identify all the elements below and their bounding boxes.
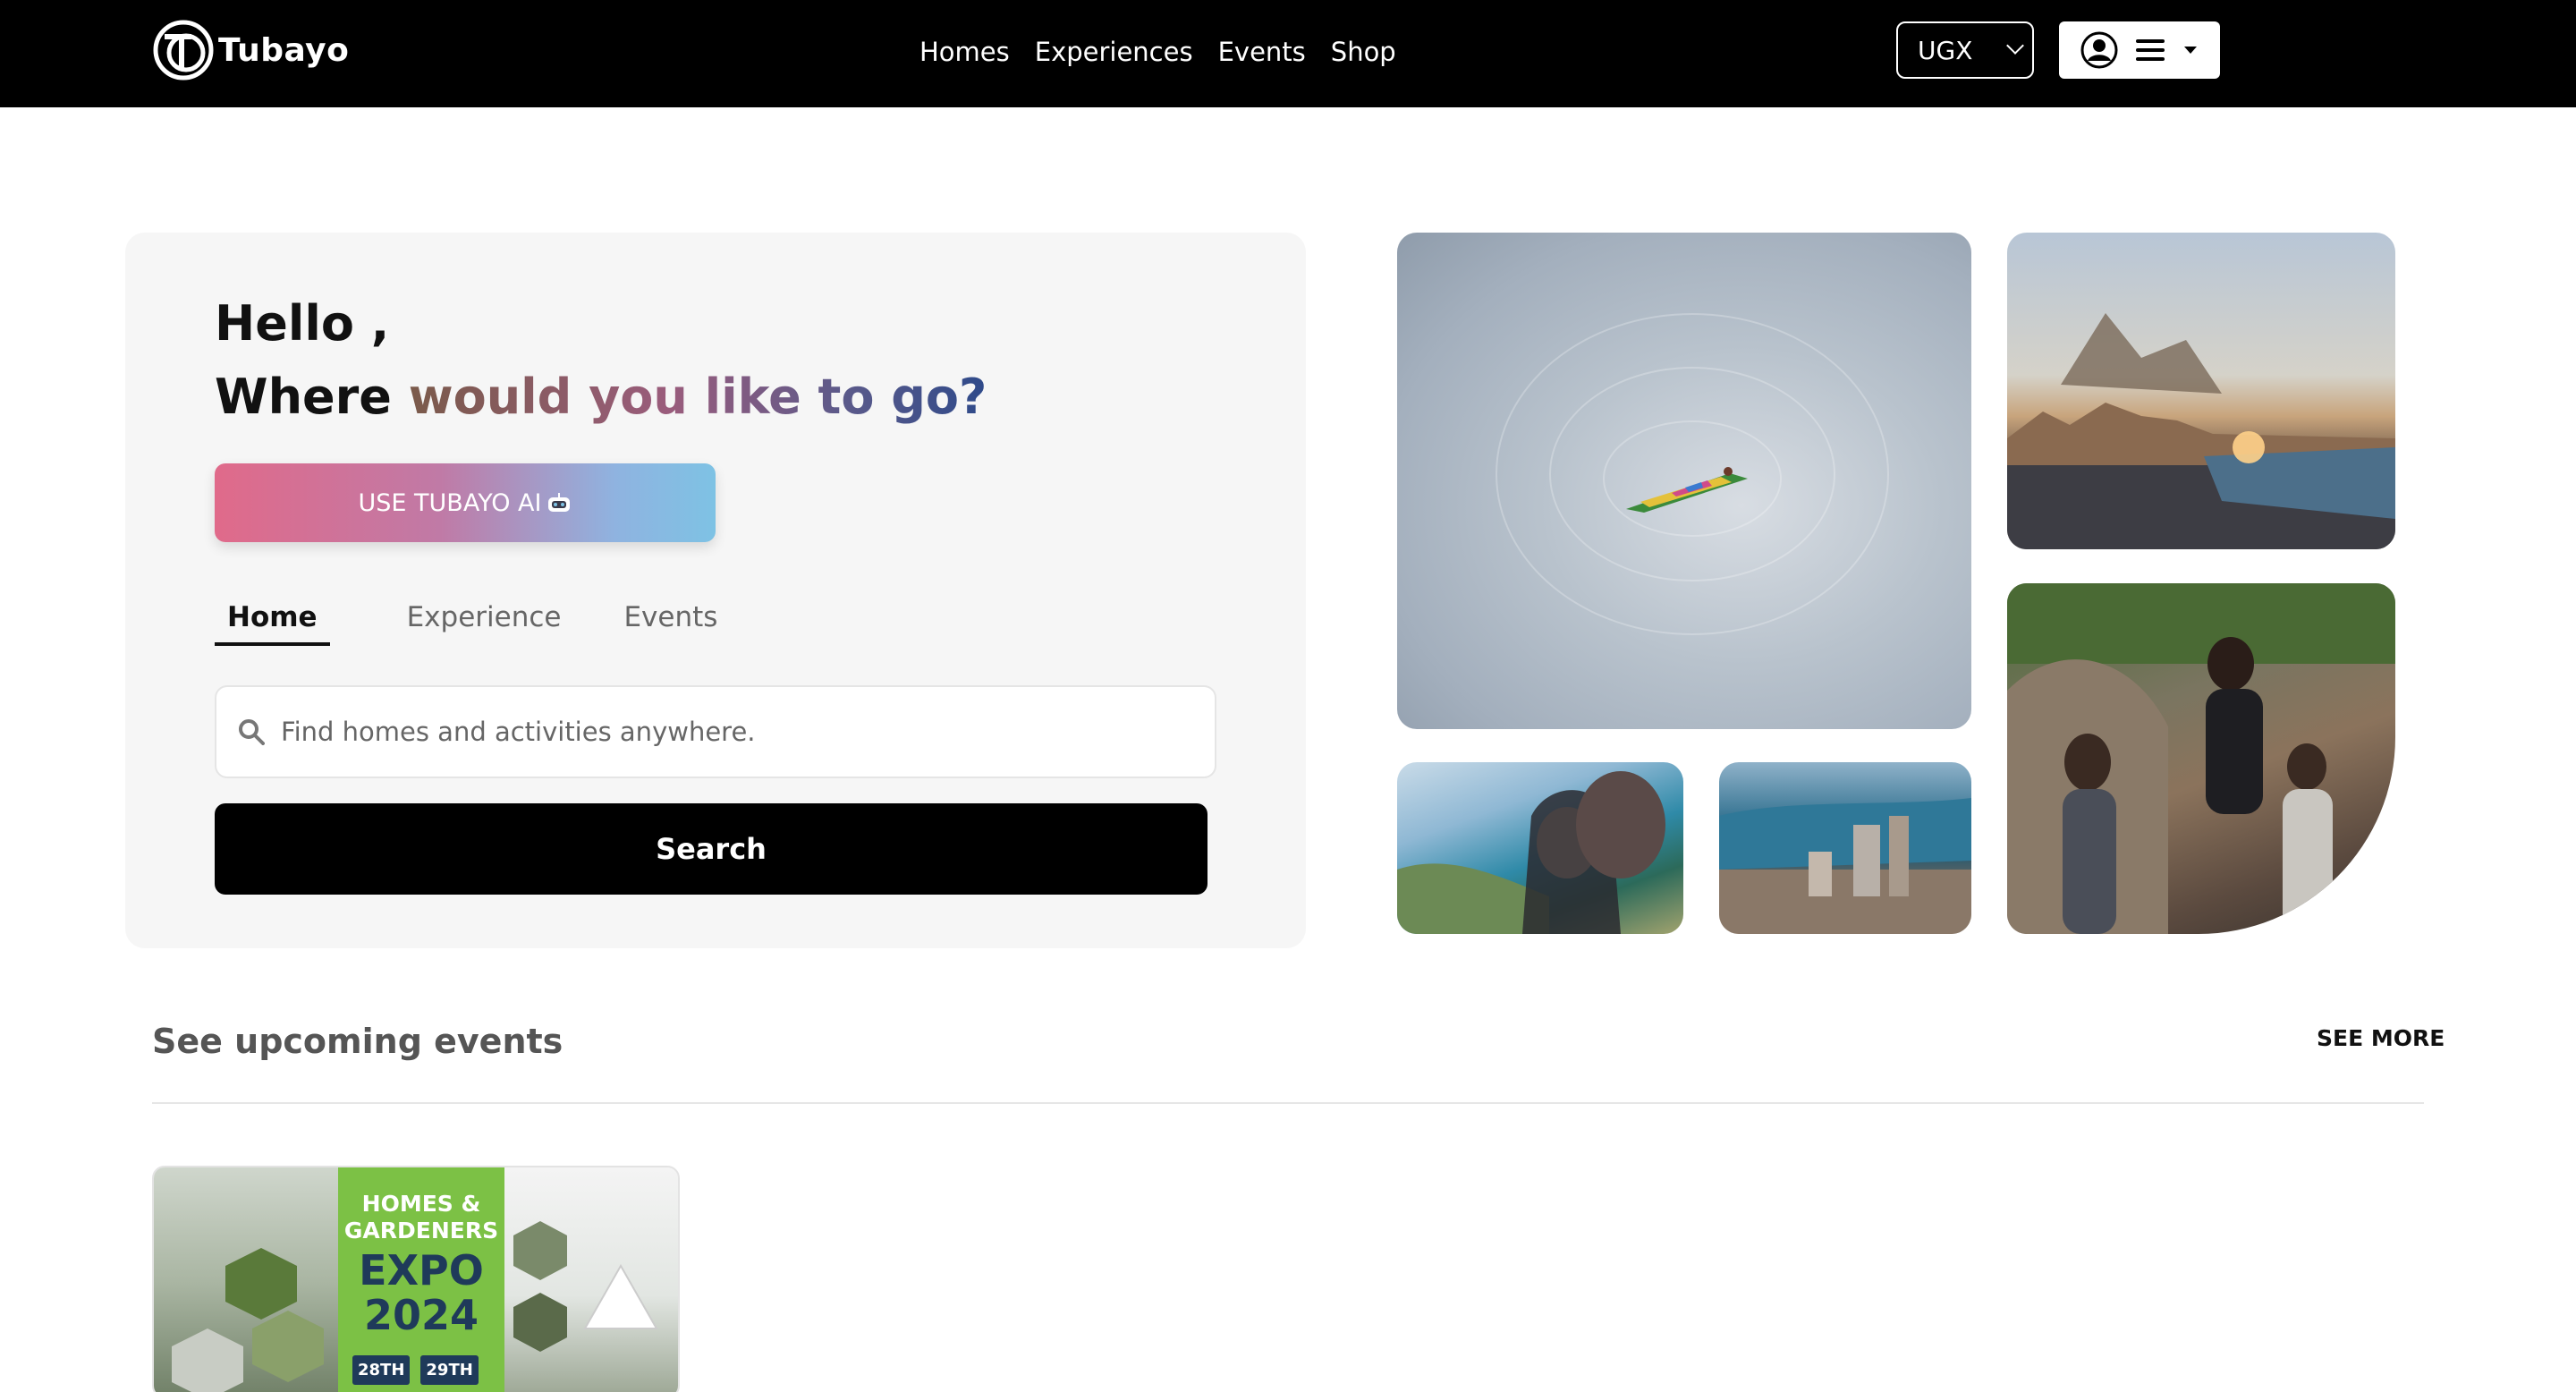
event-poster-right: [504, 1167, 678, 1392]
search-input[interactable]: [281, 717, 1175, 747]
main-nav: Homes Experiences Events Shop: [919, 32, 1396, 72]
section-divider: [152, 1102, 2424, 1104]
greeting: Hello ,: [215, 295, 390, 352]
tubayo-logo-icon: [153, 20, 214, 81]
currency-value: UGX: [1918, 35, 1973, 65]
search-icon: [239, 719, 265, 745]
poster-line-4: 2024: [363, 1291, 479, 1339]
poster-line-2: GARDENERS: [343, 1218, 499, 1243]
hero-search-card: Hello , Where would you like to go? USE …: [125, 233, 1306, 948]
nav-shop[interactable]: Shop: [1331, 32, 1396, 72]
brand-logo[interactable]: Tubayo: [152, 18, 349, 82]
event-poster-title: HOMES & GARDENERS EXPO 2024 28TH 29TH: [338, 1167, 504, 1392]
ai-button-label: USE TUBAYO AI: [358, 488, 542, 517]
tab-experience[interactable]: Experience: [394, 601, 574, 646]
hamburger-menu-icon: [2136, 39, 2165, 61]
chevron-down-icon: [2006, 37, 2024, 55]
use-ai-button[interactable]: USE TUBAYO AI: [215, 463, 716, 542]
tab-home[interactable]: Home: [215, 601, 330, 646]
hero-question: Where would you like to go?: [215, 369, 987, 425]
search-field: [215, 685, 1216, 778]
see-more-link[interactable]: SEE MORE: [2317, 1025, 2445, 1051]
currency-select[interactable]: UGX: [1896, 21, 2034, 79]
skydiving-photo: [1397, 762, 1683, 934]
search-tabs: Home Experience Events: [215, 601, 767, 646]
user-circle-icon: [2080, 31, 2118, 69]
boat-shape: [1626, 467, 1748, 513]
robot-icon: [548, 493, 571, 512]
nav-events[interactable]: Events: [1218, 32, 1306, 72]
coastal-city-photo: [1719, 762, 1971, 934]
poster-date-1: 28TH: [352, 1355, 411, 1385]
user-menu-button[interactable]: [2059, 21, 2220, 79]
top-navbar: Tubayo Homes Experiences Events Shop UGX: [0, 0, 2576, 107]
poster-line-3: EXPO: [359, 1246, 484, 1294]
group-friends-photo: [2007, 583, 2395, 934]
caret-down-icon: [2184, 47, 2197, 54]
tab-events[interactable]: Events: [611, 601, 730, 646]
seaside-promenade-photo: [2007, 233, 2395, 549]
upcoming-events-title: See upcoming events: [152, 1022, 564, 1061]
nav-experiences[interactable]: Experiences: [1035, 32, 1193, 72]
hero-question-gradient: would you like to go?: [408, 369, 987, 425]
poster-line-1: HOMES &: [361, 1191, 481, 1217]
poster-date-2: 29TH: [420, 1355, 479, 1385]
lake-boat-photo: [1397, 233, 1971, 729]
event-card[interactable]: HOMES & GARDENERS EXPO 2024 28TH 29TH: [152, 1166, 680, 1392]
search-button[interactable]: Search: [215, 803, 1208, 895]
brand-name: Tubayo: [218, 31, 350, 69]
hero-question-plain: Where: [215, 369, 392, 425]
nav-homes[interactable]: Homes: [919, 32, 1010, 72]
event-poster-left: [154, 1167, 338, 1392]
poster-dates: 28TH 29TH: [352, 1355, 479, 1385]
